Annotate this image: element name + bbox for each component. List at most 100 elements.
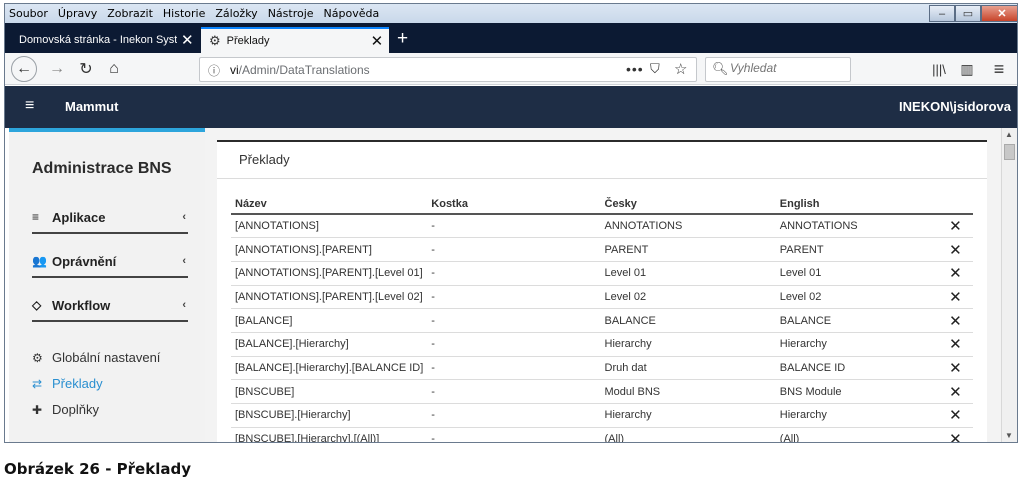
library-icon[interactable]: |||\	[927, 58, 951, 80]
menu-historie[interactable]: Historie	[163, 7, 205, 20]
search-input[interactable]	[730, 61, 846, 75]
search-bar[interactable]: 🔍︎	[705, 57, 851, 82]
delete-icon[interactable]: ✕	[937, 332, 973, 357]
menu-zobrazit[interactable]: Zobrazit	[107, 7, 153, 20]
pocket-icon[interactable]: ⛉	[650, 61, 660, 77]
delete-icon[interactable]: ✕	[937, 308, 973, 333]
table-row[interactable]: [ANNOTATIONS].[PARENT] - PARENT PARENT ✕	[231, 237, 973, 262]
cell-nazev: [BNSCUBE].[Hierarchy]	[231, 403, 428, 428]
sidebar-item-doplnky[interactable]: ✚ Doplňky	[32, 402, 99, 417]
table-row[interactable]: [ANNOTATIONS].[PARENT].[Level 01] - Level …	[231, 261, 973, 286]
cell-english: Hierarchy	[775, 332, 938, 357]
tab-preklady[interactable]: ⚙ Překlady ✕	[201, 27, 389, 53]
cell-cesky: Hierarchy	[600, 332, 776, 357]
table-row[interactable]: [BNSCUBE] - Modul BNS BNS Module ✕	[231, 379, 973, 404]
chevron-left-icon: ‹	[182, 255, 186, 267]
chevron-left-icon: ‹	[182, 299, 186, 311]
sidebar-group-aplikace[interactable]: ≡ Aplikace ‹	[32, 206, 188, 234]
cell-kostka: -	[427, 237, 601, 262]
forward-button[interactable]: →	[47, 58, 67, 80]
delete-icon[interactable]: ✕	[937, 379, 973, 404]
table-row[interactable]: [BALANCE].[Hierarchy].[BALANCE ID] - Druh …	[231, 356, 973, 381]
back-button[interactable]: ←	[11, 56, 37, 82]
sidebar-item-globalni-nastaveni[interactable]: ⚙ Globální nastavení	[32, 350, 160, 365]
column-header-kostka[interactable]: Kostka	[427, 194, 601, 215]
close-tab-icon[interactable]: ✕	[181, 31, 194, 49]
tab-label: Překlady	[226, 35, 270, 47]
cell-english: Hierarchy	[775, 403, 938, 428]
navigation-bar: ← → ↻ ⌂ ⓘ vi/Admin/DataTranslations ••• …	[5, 53, 1017, 85]
reload-button[interactable]: ↻	[75, 58, 97, 80]
cell-kostka: -	[427, 403, 601, 428]
sidebar-toggle-icon[interactable]: ▥	[955, 58, 979, 80]
cell-english: BALANCE	[775, 308, 938, 333]
delete-icon[interactable]: ✕	[937, 214, 973, 239]
column-header-cesky[interactable]: Česky	[600, 194, 776, 215]
sidebar-group-opravneni[interactable]: 👥 Oprávnění ‹	[32, 250, 188, 278]
divider	[217, 178, 987, 179]
search-icon: 🔍︎	[712, 61, 729, 76]
table-row[interactable]: [BALANCE] - BALANCE BALANCE ✕	[231, 308, 973, 333]
table-row[interactable]: [BNSCUBE].[Hierarchy] - Hierarchy Hierarchy…	[231, 403, 973, 428]
sidebar-item-preklady[interactable]: ⇄ Překlady	[32, 376, 103, 391]
translations-table: Název Kostka Česky English [ANNOTATIONS]…	[231, 194, 973, 442]
cell-english: ANNOTATIONS	[775, 214, 938, 239]
cell-cesky: Modul BNS	[600, 379, 776, 404]
tab-label: Domovská stránka - Inekon Systems	[19, 34, 177, 46]
delete-icon[interactable]: ✕	[937, 261, 973, 286]
scroll-up-icon[interactable]: ▲	[1005, 130, 1013, 139]
table-row[interactable]: [ANNOTATIONS].[PARENT].[Level 02] - Level …	[231, 285, 973, 310]
cell-kostka: -	[427, 285, 601, 310]
cell-nazev: [ANNOTATIONS].[PARENT].[Level 01]	[231, 261, 428, 286]
table-row[interactable]: [ANNOTATIONS] - ANNOTATIONS ANNOTATIONS ✕	[231, 214, 973, 239]
cell-nazev: [ANNOTATIONS]	[231, 214, 428, 239]
home-button[interactable]: ⌂	[103, 58, 125, 80]
sidebar-group-workflow[interactable]: ◇ Workflow ‹	[32, 294, 188, 322]
table-row[interactable]: [BNSCUBE].[Hierarchy].[(All)] - (All) (All)…	[231, 427, 973, 442]
delete-icon[interactable]: ✕	[937, 403, 973, 428]
cell-cesky: PARENT	[600, 237, 776, 262]
page-actions-icon[interactable]: •••	[626, 61, 644, 77]
close-tab-icon[interactable]: ✕	[371, 32, 384, 50]
delete-icon[interactable]: ✕	[937, 285, 973, 310]
column-header-actions	[937, 194, 973, 215]
menu-napoveda[interactable]: Nápověda	[324, 7, 380, 20]
delete-icon[interactable]: ✕	[937, 427, 973, 442]
browser-window: Soubor Úpravy Zobrazit Historie Záložky …	[4, 3, 1018, 443]
new-tab-button[interactable]: +	[397, 28, 408, 50]
chevron-left-icon: ‹	[182, 211, 186, 223]
cell-english: Level 02	[775, 285, 938, 310]
hamburger-menu-icon[interactable]: ≡	[25, 97, 34, 115]
menu-nastroje[interactable]: Nástroje	[268, 7, 314, 20]
cell-english: PARENT	[775, 237, 938, 262]
browser-menu-icon[interactable]: ≡	[987, 58, 1011, 80]
sidebar-group-label: Aplikace	[52, 210, 106, 225]
scrollbar-thumb[interactable]	[1004, 144, 1015, 160]
cell-kostka: -	[427, 308, 601, 333]
column-header-english[interactable]: English	[775, 194, 938, 215]
cell-nazev: [BNSCUBE].[Hierarchy].[(All)]	[231, 427, 428, 442]
cell-kostka: -	[427, 214, 601, 239]
delete-icon[interactable]: ✕	[937, 237, 973, 262]
bookmark-star-icon[interactable]: ☆	[674, 60, 687, 78]
delete-icon[interactable]: ✕	[937, 356, 973, 381]
cell-cesky: BALANCE	[600, 308, 776, 333]
app-name[interactable]: Mammut	[65, 99, 118, 114]
menu-upravy[interactable]: Úpravy	[58, 7, 97, 20]
menu-soubor[interactable]: Soubor	[9, 7, 48, 20]
tab-home[interactable]: Domovská stránka - Inekon Systems ✕	[11, 27, 197, 53]
sidebar-item-label: Doplňky	[52, 402, 99, 417]
user-name[interactable]: INEKON\jsidorova	[899, 99, 1011, 114]
url-bar[interactable]: ⓘ vi/Admin/DataTranslations ••• ⛉ ☆	[199, 57, 697, 82]
menu-zalozky[interactable]: Záložky	[215, 7, 257, 20]
info-icon[interactable]: ⓘ	[208, 62, 220, 79]
minimize-button[interactable]: –	[929, 5, 955, 22]
maximize-button[interactable]: ▭	[955, 5, 981, 22]
scrollbar[interactable]: ▲ ▼	[1001, 128, 1017, 442]
scroll-down-icon[interactable]: ▼	[1005, 431, 1013, 440]
column-header-nazev[interactable]: Název	[231, 194, 428, 215]
table-row[interactable]: [BALANCE].[Hierarchy] - Hierarchy Hierarchy…	[231, 332, 973, 357]
close-window-button[interactable]: ✕	[981, 5, 1017, 22]
sidebar: Administrace BNS ≡ Aplikace ‹ 👥 Oprávněn…	[9, 128, 205, 442]
app-header: ≡ Mammut INEKON\jsidorova	[5, 86, 1017, 128]
